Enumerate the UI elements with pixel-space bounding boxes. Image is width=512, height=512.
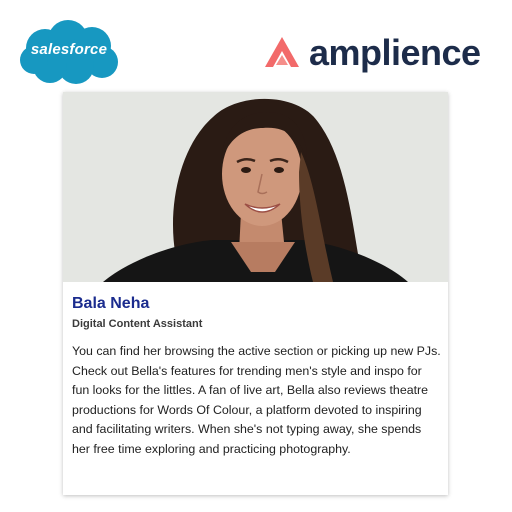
salesforce-wordmark: salesforce	[30, 41, 108, 58]
person-portrait-icon	[63, 92, 448, 282]
salesforce-logo: salesforce	[18, 18, 120, 88]
profile-bio: You can find her browsing the active sec…	[72, 344, 441, 456]
profile-photo	[63, 92, 448, 282]
amplience-wordmark: amplience	[309, 32, 481, 73]
amplience-logo: amplience	[263, 33, 481, 73]
profile-name: Bala Neha	[72, 295, 150, 312]
amplience-triangle-icon	[265, 37, 299, 67]
profile-card: Bala Neha Digital Content Assistant You …	[63, 92, 448, 495]
profile-title: Digital Content Assistant	[72, 318, 203, 330]
